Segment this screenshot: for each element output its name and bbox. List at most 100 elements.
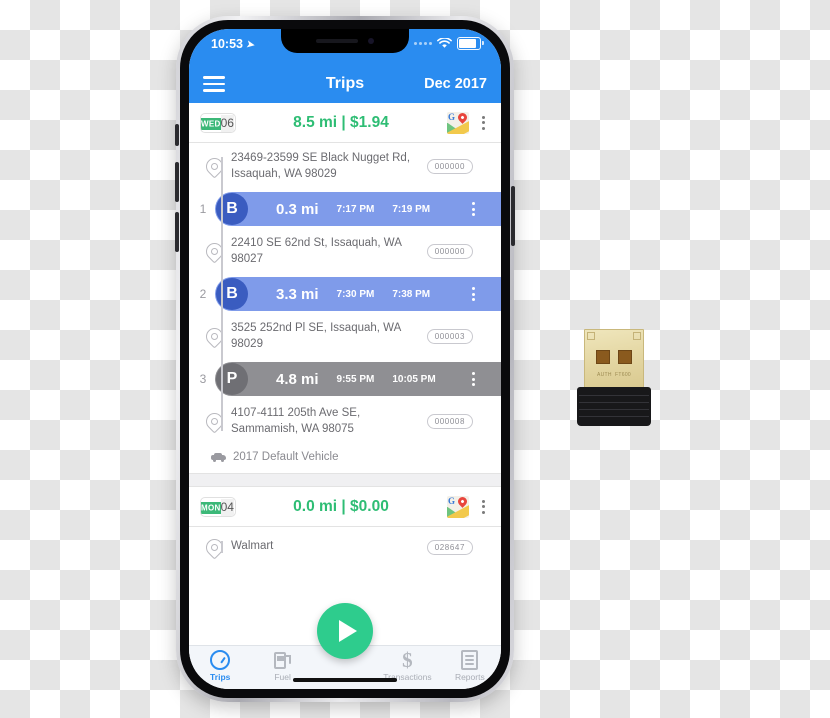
wifi-icon [437, 38, 452, 48]
day-header[interactable]: MON04 0.0 mi | $0.00 G [189, 487, 501, 528]
date-badge-day: 06 [220, 114, 234, 132]
tab-reports[interactable]: Reports [439, 650, 501, 682]
date-badge-weekday: WED [201, 118, 221, 130]
kebab-menu-icon[interactable] [465, 285, 481, 303]
trip-row[interactable]: 2 B 3.3 mi 7:30 PM 7:38 PM [189, 277, 501, 312]
day-header[interactable]: WED06 8.5 mi | $1.94 G [189, 103, 501, 143]
tab-trips[interactable]: Trips [189, 650, 251, 682]
start-trip-button[interactable] [317, 603, 373, 659]
vehicle-name: 2017 Default Vehicle [233, 451, 339, 464]
trip-bar[interactable]: P 4.8 mi 9:55 PM 10:05 PM [215, 362, 501, 397]
signal-dots-icon [414, 42, 432, 45]
timeline-connector [221, 157, 223, 432]
odometer-badge[interactable]: 028647 [426, 539, 473, 555]
phone-volume-down-button[interactable] [175, 212, 179, 252]
day-entries: 23469-23599 SE Black Nugget Rd, Issaquah… [189, 143, 501, 445]
date-badge: WED06 [201, 114, 235, 132]
phone-device-mockup: 10:53 ➤ Trips Dec 2017 WED06 8.5 mi | $1… [175, 16, 515, 702]
day-entries: Walmart 028647 [189, 527, 501, 567]
stop-address: 22410 SE 62nd St, Issaquah, WA 98027 [231, 237, 402, 265]
phone-power-button[interactable] [511, 186, 515, 246]
usb-corner-notch [587, 332, 595, 340]
stop-address: 3525 252nd Pl SE, Issaquah, WA 98029 [231, 322, 401, 350]
trip-bar[interactable]: B 3.3 mi 7:30 PM 7:38 PM [215, 277, 501, 312]
google-maps-icon[interactable]: G [447, 495, 469, 518]
odometer-badge[interactable]: 000008 [426, 414, 473, 430]
stop-marker [201, 154, 227, 179]
stop-row[interactable]: Walmart 028647 [189, 527, 501, 567]
date-badge-weekday: MON [201, 502, 221, 515]
odometer-badge[interactable]: 000000 [426, 244, 473, 260]
stop-row[interactable]: 3525 252nd Pl SE, Issaquah, WA 98029 0000… [189, 313, 501, 360]
odometer-badge[interactable]: 000003 [426, 329, 473, 345]
report-list-icon [461, 650, 479, 670]
play-icon [338, 620, 357, 642]
kebab-menu-icon[interactable] [475, 498, 491, 516]
trip-index: 1 [199, 202, 207, 217]
kebab-menu-icon[interactable] [475, 114, 491, 132]
kebab-menu-icon[interactable] [465, 370, 481, 388]
phone-screen: 10:53 ➤ Trips Dec 2017 WED06 8.5 mi | $1… [189, 29, 501, 689]
date-badge-day: 04 [220, 498, 234, 516]
car-icon [211, 452, 226, 462]
phone-notch [281, 29, 409, 53]
trip-start-time: 7:30 PM [336, 288, 375, 300]
day-total: 8.5 mi | $1.94 [293, 113, 389, 131]
tab-trips-label: Trips [210, 672, 231, 682]
trip-end-time: 7:19 PM [392, 203, 431, 215]
earpiece-speaker [316, 39, 358, 43]
trip-row[interactable]: 3 P 4.8 mi 9:55 PM 10:05 PM [189, 362, 501, 397]
speedometer-icon [210, 650, 231, 670]
battery-full-icon [457, 37, 484, 50]
trip-bar[interactable]: B 0.3 mi 7:17 PM 7:19 PM [215, 192, 501, 227]
usb-contact-slot [618, 350, 632, 364]
trip-start-time: 9:55 PM [336, 373, 375, 385]
usb-nano-adapter: AUTH FT600 [577, 329, 651, 426]
stop-marker [201, 324, 227, 349]
dollar-icon: $ [402, 648, 413, 672]
app-navigation-bar: Trips Dec 2017 [189, 65, 501, 103]
date-badge: MON04 [201, 498, 235, 516]
fuel-pump-icon [273, 650, 292, 670]
usb-marking-left: AUTH [597, 372, 612, 378]
stop-marker [201, 409, 227, 434]
trip-end-time: 10:05 PM [392, 373, 436, 385]
trip-start-time: 7:17 PM [336, 203, 375, 215]
stop-row[interactable]: 23469-23599 SE Black Nugget Rd, Issaquah… [189, 143, 501, 190]
front-camera-icon [368, 38, 374, 44]
phone-mute-switch[interactable] [175, 124, 179, 146]
status-bar-time: 10:53 [211, 37, 243, 51]
status-bar-right [414, 37, 484, 50]
trip-row[interactable]: 1 B 0.3 mi 7:17 PM 7:19 PM [189, 192, 501, 227]
trip-end-time: 7:38 PM [392, 288, 431, 300]
trip-index: 2 [199, 287, 207, 302]
usb-marking-right: FT600 [615, 372, 631, 378]
status-bar: 10:53 ➤ [189, 29, 501, 65]
day-separator [189, 473, 501, 488]
usb-corner-notch [633, 332, 641, 340]
phone-volume-up-button[interactable] [175, 162, 179, 202]
odometer-badge[interactable]: 000000 [426, 159, 473, 175]
phone-bezel: 10:53 ➤ Trips Dec 2017 WED06 8.5 mi | $1… [180, 20, 510, 698]
trip-distance: 0.3 mi [276, 200, 319, 218]
trip-distance: 3.3 mi [276, 285, 319, 303]
usb-plastic-body [577, 387, 651, 426]
stop-row[interactable]: 4107-4111 205th Ave SE, Sammamish, WA 98… [189, 398, 501, 445]
stop-row[interactable]: 22410 SE 62nd St, Issaquah, WA 98027 0000… [189, 228, 501, 275]
hamburger-menu-icon[interactable] [203, 76, 225, 92]
kebab-menu-icon[interactable] [465, 200, 481, 218]
usb-connector-metal: AUTH FT600 [584, 329, 644, 390]
month-selector[interactable]: Dec 2017 [424, 76, 487, 92]
day-total: 0.0 mi | $0.00 [293, 497, 389, 515]
location-arrow-icon: ➤ [244, 37, 257, 52]
stop-address: Walmart [231, 540, 274, 553]
usb-contact-slot [596, 350, 610, 364]
tab-fuel-label: Fuel [274, 672, 291, 682]
google-maps-icon[interactable]: G [447, 111, 469, 134]
timeline-connector [221, 541, 223, 554]
stop-address: 4107-4111 205th Ave SE, Sammamish, WA 98… [231, 407, 361, 435]
stop-marker [201, 239, 227, 264]
trip-distance: 4.8 mi [276, 370, 319, 388]
trips-list[interactable]: WED06 8.5 mi | $1.94 G 23469-23599 SE Black… [189, 103, 501, 645]
vehicle-row[interactable]: 2017 Default Vehicle [189, 445, 501, 473]
